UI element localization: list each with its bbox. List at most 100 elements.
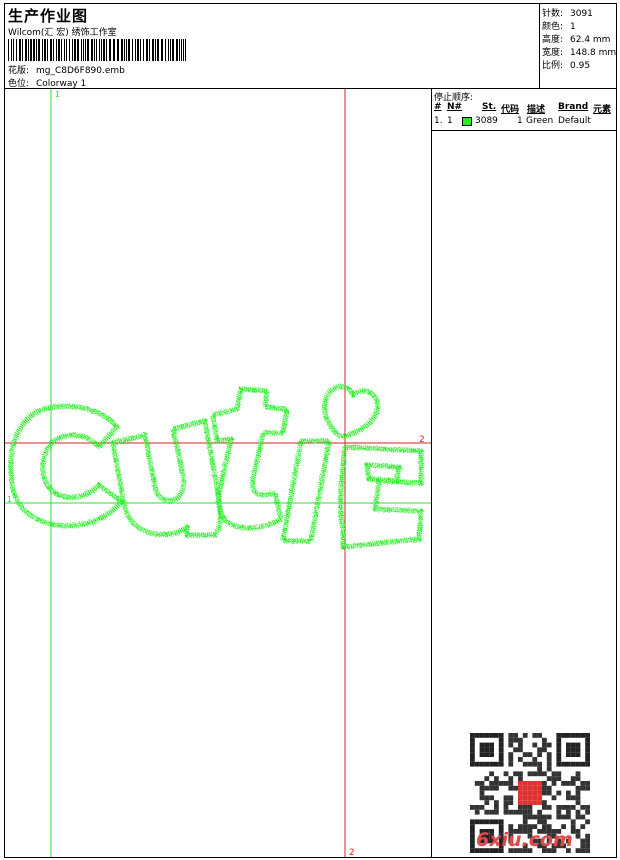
barcode-bar <box>143 39 144 61</box>
qr-module <box>518 800 523 805</box>
qr-module <box>556 752 562 757</box>
qr-module <box>527 785 533 791</box>
barcode-bar <box>172 39 174 61</box>
barcode-bar <box>165 39 166 61</box>
qr-module <box>484 761 490 767</box>
barcode-bar <box>16 39 17 61</box>
qr-module <box>537 814 542 820</box>
qr-module <box>556 790 562 796</box>
barcode-bar <box>53 39 54 61</box>
thread-color-swatch <box>462 117 472 126</box>
qr-module <box>527 752 533 757</box>
qr-module <box>566 790 571 796</box>
qr-module <box>580 785 586 791</box>
qr-module <box>498 757 504 762</box>
qr-module <box>479 761 485 767</box>
qr-module <box>522 805 528 810</box>
qr-module <box>566 742 571 748</box>
stat-value: 148.8 mm <box>570 48 617 58</box>
qr-module <box>489 761 494 767</box>
qr-module <box>575 761 581 767</box>
barcode-bar <box>66 39 67 61</box>
qr-module <box>570 742 576 748</box>
logo-suffix: .com <box>521 829 573 851</box>
qr-module <box>522 752 528 757</box>
stat-scale: 比例: 0.95 <box>542 58 590 71</box>
letter-t-outline <box>210 386 290 531</box>
qr-module <box>503 809 509 815</box>
qr-module <box>479 752 485 757</box>
page-title: 生产作业图 <box>8 7 89 25</box>
qr-module <box>484 795 490 801</box>
qr-module <box>474 809 480 815</box>
barcode-bar <box>181 39 182 61</box>
qr-module <box>470 833 475 839</box>
guide-label-green-top: 1 <box>55 90 60 99</box>
qr-module <box>556 814 562 820</box>
qr-module <box>498 742 504 748</box>
qr-module <box>479 795 485 801</box>
design-file-row: 花版: mg_C8D6F890.emb <box>8 63 125 76</box>
qr-module <box>546 814 552 820</box>
barcode-bar <box>19 39 21 61</box>
qr-module <box>489 752 494 757</box>
qr-module <box>570 819 576 825</box>
qr-module <box>470 824 475 829</box>
qr-module <box>585 757 590 762</box>
qr-module <box>537 766 542 772</box>
qr-module <box>570 795 576 801</box>
row-stitches: 3089 <box>475 116 498 126</box>
barcode-bar <box>91 39 93 61</box>
barcode-bar <box>101 39 102 61</box>
qr-module <box>518 809 523 815</box>
qr-module <box>532 781 538 786</box>
qr-module <box>522 761 528 767</box>
qr-module <box>508 800 514 805</box>
qr-module <box>479 785 485 791</box>
qr-module <box>537 785 542 791</box>
barcode-bar <box>83 39 84 61</box>
qr-module <box>498 819 504 825</box>
stat-width: 宽度: 148.8 mm <box>542 45 616 58</box>
qr-module <box>479 742 485 748</box>
qr-module <box>470 805 475 810</box>
qr-module <box>575 829 581 834</box>
qr-module <box>570 747 576 753</box>
letter-i-stem-outline <box>280 438 332 544</box>
qr-module <box>518 737 523 743</box>
qr-module <box>518 776 523 781</box>
qr-module <box>566 733 571 738</box>
qr-module <box>518 805 523 810</box>
qr-module <box>494 805 499 810</box>
qr-module <box>470 752 475 757</box>
barcode-bar <box>13 39 14 61</box>
qr-module <box>479 733 485 738</box>
qr-module <box>575 747 581 753</box>
qr-module <box>580 814 586 820</box>
qr-module <box>522 819 528 825</box>
qr-module <box>508 761 514 767</box>
row-needle: 1 <box>447 116 453 126</box>
barcode-bar <box>152 39 154 61</box>
qr-module <box>532 771 538 777</box>
barcode-bar <box>155 39 156 61</box>
barcode-bar <box>44 39 46 61</box>
stat-label: 针数: <box>542 9 564 19</box>
qr-module <box>503 795 509 801</box>
qr-module <box>518 785 523 791</box>
document-header: 生产作业图 Wilcom(汇 宏) 绣饰工作室 花版: mg_C8D6F890.e… <box>4 3 540 89</box>
qr-module <box>542 747 547 753</box>
qr-module <box>570 761 576 767</box>
qr-module <box>561 805 566 810</box>
qr-module <box>527 809 533 815</box>
qr-module <box>508 809 514 815</box>
qr-module <box>489 733 494 738</box>
barcode-bar <box>99 39 100 61</box>
qr-module <box>527 771 533 777</box>
qr-module <box>585 785 590 791</box>
barcode-bar <box>38 39 40 61</box>
qr-module <box>580 781 586 786</box>
qr-module <box>474 819 480 825</box>
stat-value: 62.4 mm <box>570 35 611 45</box>
barcode-bar <box>61 39 62 61</box>
